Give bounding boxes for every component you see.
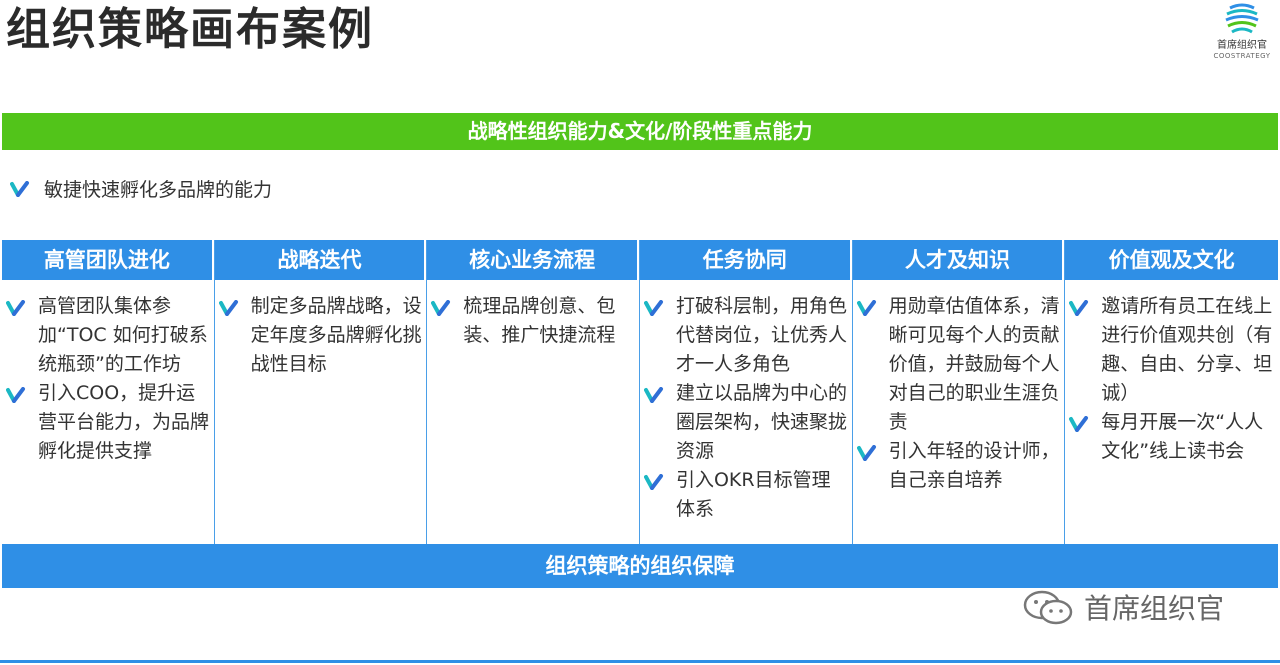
column-header: 人才及知识 <box>852 240 1065 280</box>
canvas-column: 任务协同打破科层制，用角色代替岗位，让优秀人才一人多角色 建立以品牌为中心的圈层架… <box>639 240 853 544</box>
bottom-divider <box>0 660 1280 663</box>
list-item: 引入COO，提升运营平台能力，为品牌孵化提供支撑 <box>6 379 210 466</box>
canvas-column: 核心业务流程梳理品牌创意、包装、推广快捷流程 <box>427 240 640 544</box>
check-icon <box>1069 300 1089 320</box>
logo-cn: 首席组织官 <box>1217 40 1267 51</box>
list-item-text: 邀请所有员工在线上进行价值观共创（有趣、自由、分享、坦诚） <box>1101 295 1273 404</box>
check-icon <box>856 445 877 465</box>
list-item-text: 引入COO，提升运营平台能力，为品牌孵化提供支撑 <box>38 382 210 462</box>
logo-mark-icon <box>1225 3 1259 34</box>
check-icon <box>10 177 30 205</box>
watermark-text: 首席组织官 <box>1084 592 1225 625</box>
brand-logo: 首席组织官 COOSTRATEGY <box>1210 2 1274 64</box>
key-capability-text: 敏捷快速孵化多品牌的能力 <box>44 179 273 201</box>
check-icon <box>218 300 239 320</box>
list-item-text: 引入OKR目标管理体系 <box>675 469 831 520</box>
list-item-text: 梳理品牌创意、包装、推广快捷流程 <box>463 295 616 346</box>
list-item: 建立以品牌为中心的圈层架构，快速聚拢资源 <box>643 379 848 466</box>
list-item: 打破科层制，用角色代替岗位，让优秀人才一人多角色 <box>643 292 848 379</box>
list-item-text: 打破科层制，用角色代替岗位，让优秀人才一人多角色 <box>675 295 847 375</box>
column-header: 高管团队进化 <box>2 240 214 280</box>
capability-banner: 战略性组织能力&文化/阶段性重点能力 <box>2 113 1278 150</box>
check-icon <box>856 300 877 320</box>
list-item: 高管团队集体参加“TOC 如何打破系统瓶颈”的工作坊 <box>6 292 210 379</box>
list-item-text: 引入年轻的设计师，自己亲自培养 <box>888 440 1060 491</box>
list-item: 梳理品牌创意、包装、推广快捷流程 <box>431 292 635 350</box>
list-item: 制定多品牌战略，设定年度多品牌孵化挑战性目标 <box>218 292 423 379</box>
list-item: 引入年轻的设计师，自己亲自培养 <box>856 437 1061 495</box>
column-header: 战略迭代 <box>214 240 427 280</box>
check-icon <box>1069 416 1089 436</box>
canvas-column: 战略迭代制定多品牌战略，设定年度多品牌孵化挑战性目标 <box>214 240 428 544</box>
check-icon <box>431 300 451 320</box>
canvas-column: 人才及知识用勋章估值体系，清晰可见每个人的贡献价值，并鼓励每个人对自己的职业生涯… <box>852 240 1066 544</box>
list-item-text: 用勋章估值体系，清晰可见每个人的贡献价值，并鼓励每个人对自己的职业生涯负责 <box>888 295 1060 433</box>
canvas-column: 高管团队进化高管团队集体参加“TOC 如何打破系统瓶颈”的工作坊 引入COO，提升… <box>2 240 215 544</box>
canvas-column: 价值观及文化邀请所有员工在线上进行价值观共创（有趣、自由、分享、坦诚） 每月开展一… <box>1065 240 1278 544</box>
check-icon <box>643 387 664 407</box>
check-icon <box>6 387 26 407</box>
watermark: 首席组织官 <box>1020 587 1224 627</box>
list-item: 邀请所有员工在线上进行价值观共创（有趣、自由、分享、坦诚） <box>1069 292 1274 408</box>
list-item-text: 制定多品牌战略，设定年度多品牌孵化挑战性目标 <box>250 295 422 375</box>
canvas-grid: 高管团队进化高管团队集体参加“TOC 如何打破系统瓶颈”的工作坊 引入COO，提升… <box>2 240 1278 544</box>
support-banner: 组织策略的组织保障 <box>2 544 1278 588</box>
list-item: 引入OKR目标管理体系 <box>643 466 848 524</box>
list-item-text: 建立以品牌为中心的圈层架构，快速聚拢资源 <box>675 382 847 462</box>
wechat-icon <box>1023 590 1073 625</box>
column-header: 价值观及文化 <box>1065 240 1278 280</box>
check-icon <box>643 300 664 320</box>
list-item-text: 高管团队集体参加“TOC 如何打破系统瓶颈”的工作坊 <box>38 295 208 375</box>
column-header: 核心业务流程 <box>427 240 639 280</box>
check-icon <box>6 300 26 320</box>
list-item-text: 每月开展一次“人人文化”线上读书会 <box>1101 411 1264 462</box>
page-title: 组织策略画布案例 <box>6 4 374 55</box>
key-capability: 敏捷快速孵化多品牌的能力 <box>10 176 272 204</box>
logo-en: COOSTRATEGY <box>1213 52 1271 60</box>
column-header: 任务协同 <box>639 240 852 280</box>
check-icon <box>643 474 664 494</box>
list-item: 用勋章估值体系，清晰可见每个人的贡献价值，并鼓励每个人对自己的职业生涯负责 <box>856 292 1061 437</box>
list-item: 每月开展一次“人人文化”线上读书会 <box>1069 408 1274 466</box>
